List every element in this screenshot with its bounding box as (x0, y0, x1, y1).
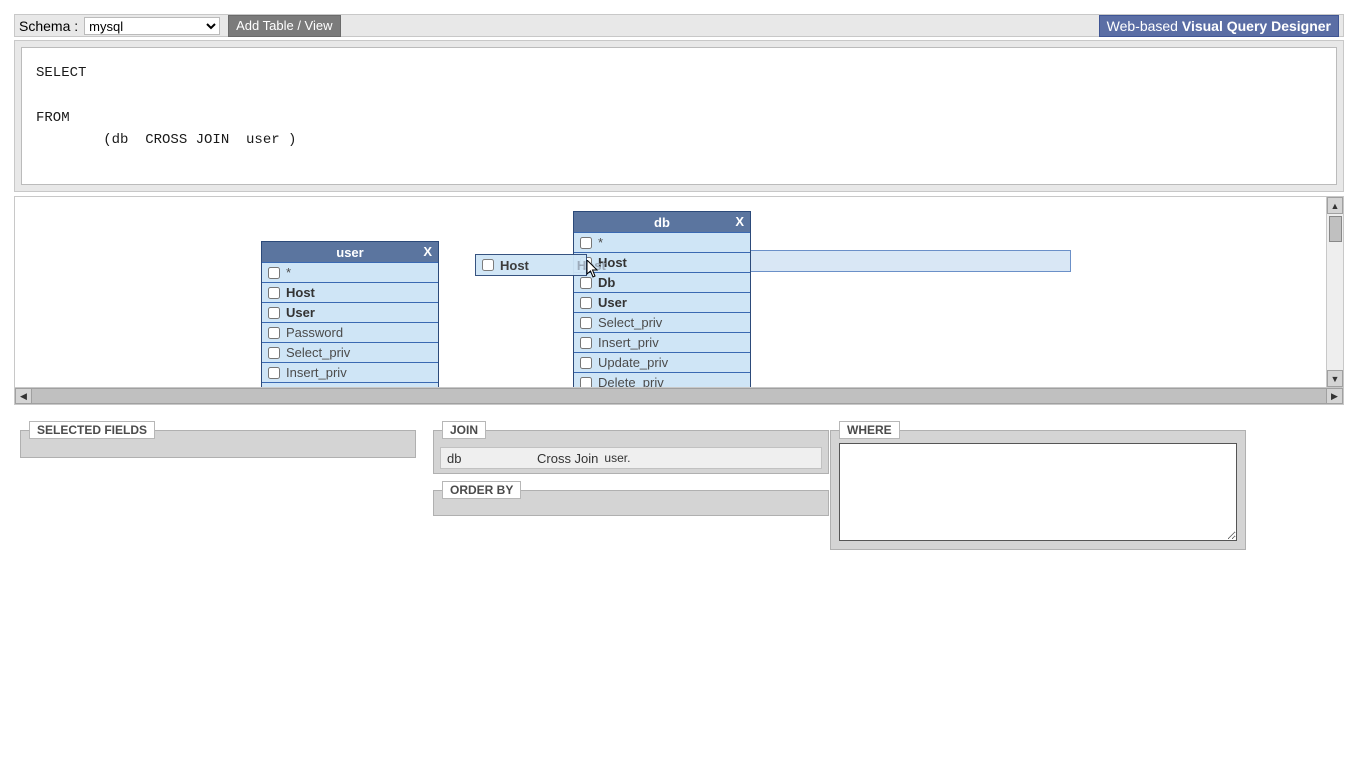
add-table-button[interactable]: Add Table / View (228, 15, 340, 37)
join-right-table: user. (604, 451, 630, 465)
table-user[interactable]: user X * Host User Password Select_priv Inser… (261, 241, 439, 389)
ghost-label: Host (500, 258, 529, 273)
design-canvas[interactable]: user X * Host User Password Select_priv Inser… (14, 196, 1344, 405)
schema-select[interactable]: mysql (84, 17, 220, 35)
close-icon[interactable]: X (423, 244, 432, 259)
join-panel[interactable]: JOIN db Cross Join user. (433, 430, 829, 474)
scroll-thumb[interactable] (1329, 216, 1342, 242)
where-panel[interactable]: WHERE (830, 430, 1246, 550)
table-db-field[interactable]: User (574, 292, 750, 312)
field-checkbox[interactable] (268, 327, 280, 339)
table-user-title: user (336, 245, 363, 260)
field-label: Select_priv (598, 315, 662, 330)
field-label: Password (286, 325, 343, 340)
table-user-header[interactable]: user X (262, 242, 438, 262)
field-checkbox[interactable] (268, 367, 280, 379)
field-checkbox[interactable] (268, 347, 280, 359)
sql-text[interactable]: SELECT FROM (db CROSS JOIN user ) (21, 47, 1337, 185)
field-label: Host (286, 285, 315, 300)
table-db-field[interactable]: Select_priv (574, 312, 750, 332)
field-checkbox[interactable] (580, 317, 592, 329)
canvas-inner[interactable]: user X * Host User Password Select_priv Inser… (15, 197, 1343, 389)
field-label: * (286, 265, 291, 280)
drag-ghost-field: Host Host (475, 254, 587, 276)
scroll-down-icon[interactable]: ▼ (1327, 370, 1343, 387)
field-checkbox[interactable] (580, 337, 592, 349)
orderby-legend: ORDER BY (442, 481, 521, 499)
join-type: Cross Join (537, 451, 598, 466)
table-db-field[interactable]: Insert_priv (574, 332, 750, 352)
orderby-panel[interactable]: ORDER BY (433, 490, 829, 516)
field-checkbox[interactable] (580, 237, 592, 249)
sql-panel: SELECT FROM (db CROSS JOIN user ) (14, 40, 1344, 192)
join-legend: JOIN (442, 421, 486, 439)
table-user-field[interactable]: User (262, 302, 438, 322)
table-user-field[interactable]: Insert_priv (262, 362, 438, 382)
where-textarea[interactable] (839, 443, 1237, 541)
join-row[interactable]: db Cross Join user. (440, 447, 822, 469)
selected-fields-legend: SELECTED FIELDS (29, 421, 155, 439)
table-db[interactable]: db X * Host Db User Select_priv Insert_priv Up… (573, 211, 751, 389)
table-db-header[interactable]: db X (574, 212, 750, 232)
scroll-left-icon[interactable]: ◀ (15, 388, 32, 404)
schema-label: Schema : (19, 18, 78, 34)
horizontal-scrollbar[interactable]: ◀ ▶ (15, 387, 1343, 404)
where-legend: WHERE (839, 421, 900, 439)
selected-fields-panel[interactable]: SELECTED FIELDS (20, 430, 416, 458)
field-checkbox[interactable] (268, 307, 280, 319)
field-checkbox[interactable] (268, 287, 280, 299)
field-label: User (286, 305, 315, 320)
field-label: Insert_priv (598, 335, 659, 350)
field-label: Select_priv (286, 345, 350, 360)
table-user-field[interactable]: * (262, 262, 438, 282)
field-checkbox[interactable] (580, 297, 592, 309)
scroll-up-icon[interactable]: ▲ (1327, 197, 1343, 214)
table-db-field[interactable]: Db (574, 272, 750, 292)
table-db-field[interactable]: * (574, 232, 750, 252)
top-toolbar: Schema : mysql Add Table / View Web-base… (14, 14, 1344, 37)
table-db-title: db (654, 215, 670, 230)
field-checkbox[interactable] (268, 267, 280, 279)
field-label: User (598, 295, 627, 310)
scroll-track[interactable] (32, 388, 1326, 404)
ghost-overlay-label: Host (577, 258, 606, 273)
close-icon[interactable]: X (735, 214, 744, 229)
join-left-table: db (447, 451, 537, 466)
scroll-right-icon[interactable]: ▶ (1326, 388, 1343, 404)
field-label: * (598, 235, 603, 250)
field-label: Insert_priv (286, 365, 347, 380)
field-label: Update_priv (598, 355, 668, 370)
field-checkbox[interactable] (580, 357, 592, 369)
table-user-field[interactable]: Host (262, 282, 438, 302)
field-label: Db (598, 275, 615, 290)
ghost-checkbox (482, 259, 494, 271)
vertical-scrollbar[interactable]: ▲ ▼ (1326, 197, 1343, 387)
field-checkbox[interactable] (580, 277, 592, 289)
brand-badge: Web-based Visual Query Designer (1099, 15, 1339, 37)
table-user-field[interactable]: Password (262, 322, 438, 342)
table-db-field[interactable]: Update_priv (574, 352, 750, 372)
table-user-field[interactable]: Select_priv (262, 342, 438, 362)
